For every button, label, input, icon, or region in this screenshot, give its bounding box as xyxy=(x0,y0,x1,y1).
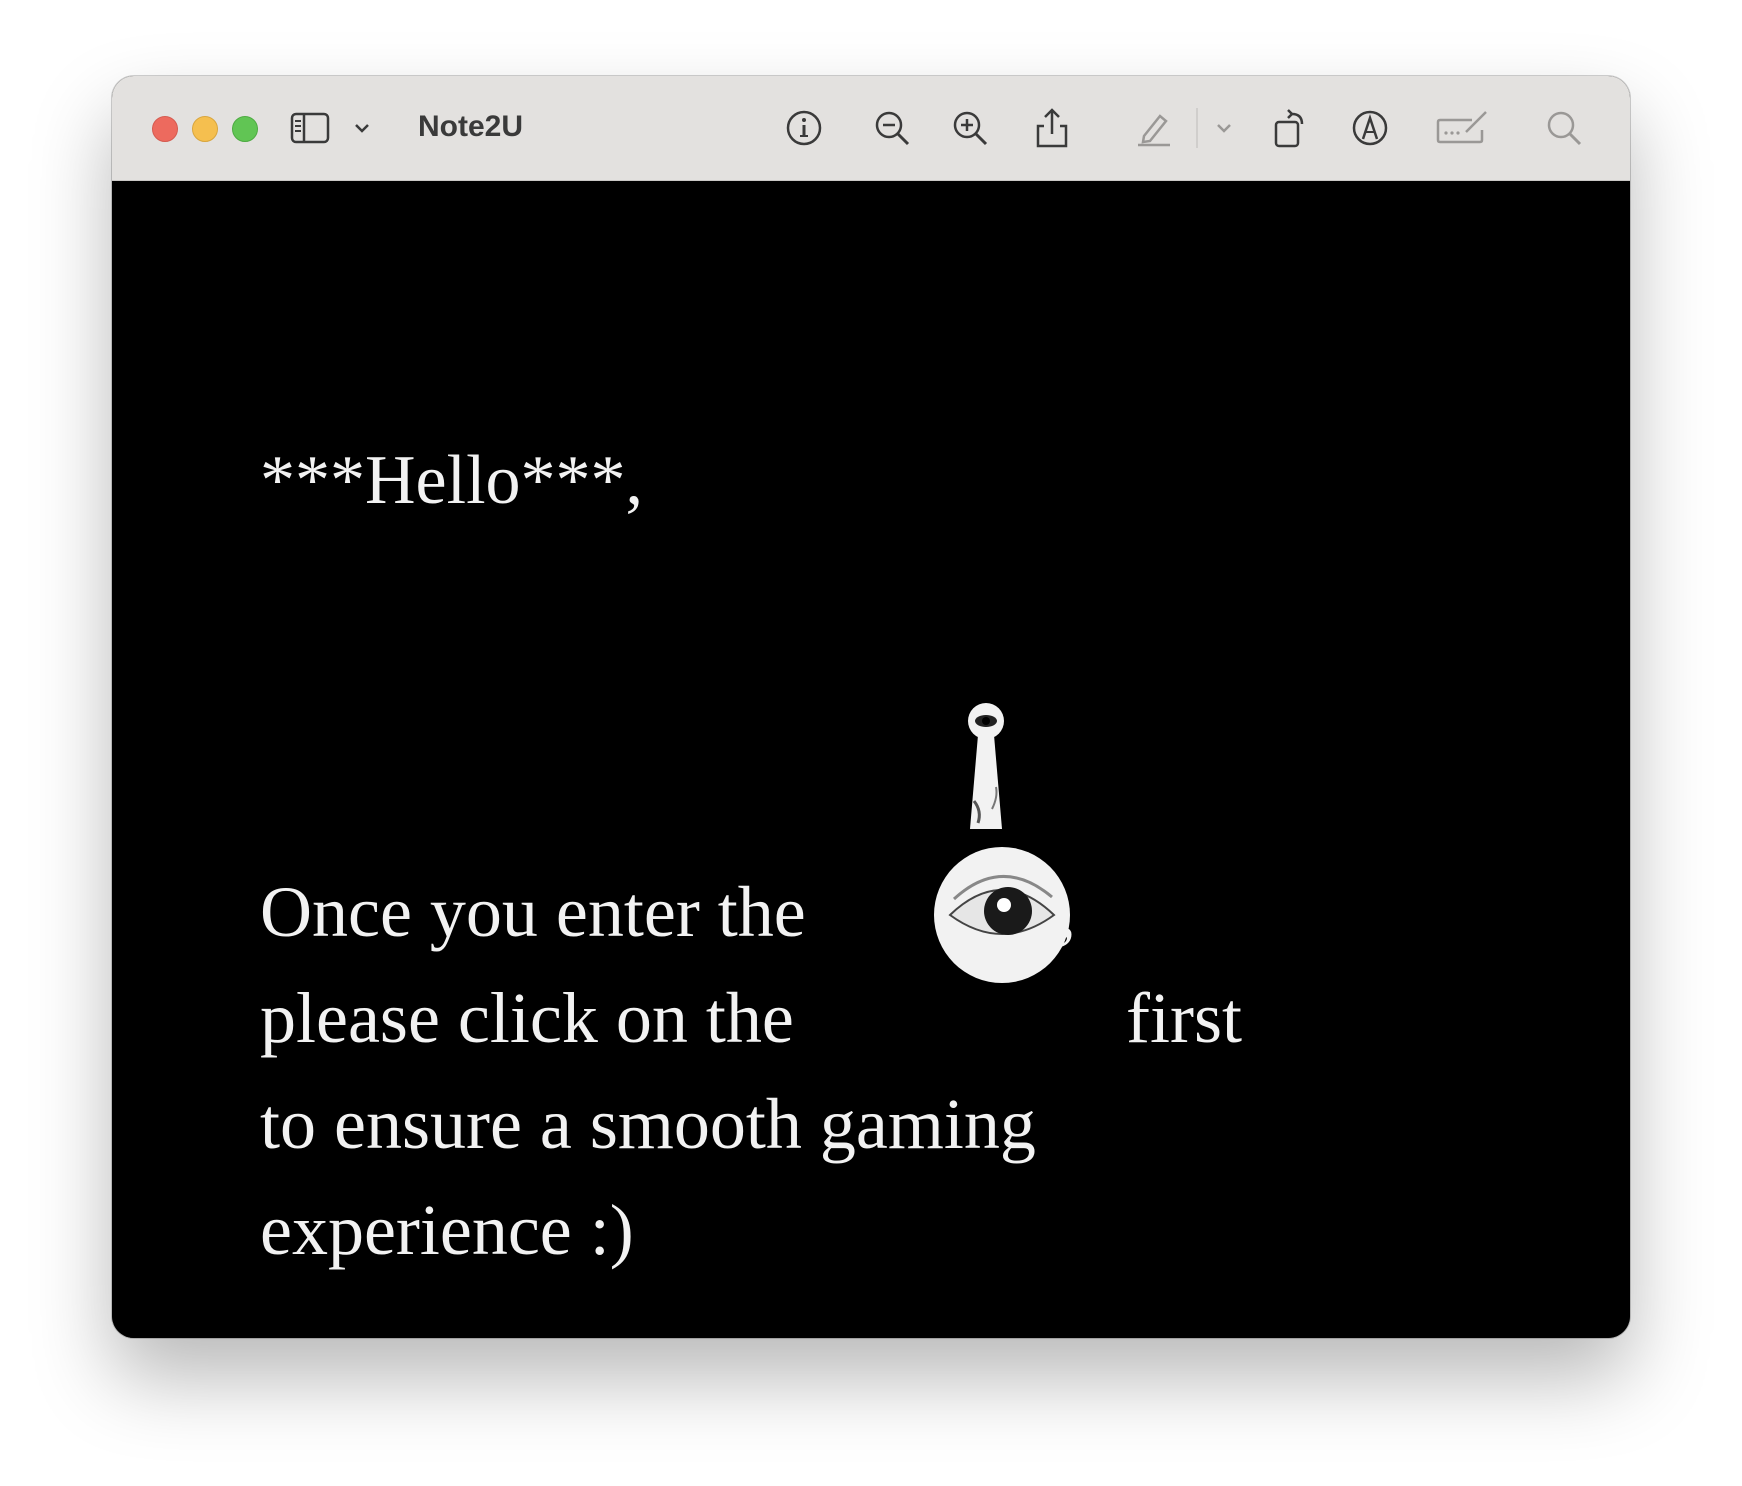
search-button[interactable] xyxy=(1540,104,1588,152)
share-icon xyxy=(1036,108,1068,148)
info-button[interactable] xyxy=(780,104,828,152)
zoom-in-icon xyxy=(953,111,988,146)
preview-window: Note2U ***Hello***, Once you enter the p… xyxy=(112,76,1630,1338)
chevron-down-icon xyxy=(1217,124,1231,133)
line-2: please click on the xyxy=(260,977,794,1060)
eye-image[interactable] xyxy=(932,845,1072,985)
form-fill-icon xyxy=(1436,111,1487,144)
line-1-start: Once you enter the xyxy=(260,872,806,952)
sidebar-toggle-button[interactable] xyxy=(286,104,334,152)
highlight-menu-button[interactable] xyxy=(1212,104,1236,152)
window-title: Note2U xyxy=(418,110,524,143)
zoom-in-button[interactable] xyxy=(946,104,994,152)
line-4: experience :) xyxy=(260,1190,634,1270)
close-button[interactable] xyxy=(152,116,178,142)
highlight-icon xyxy=(1138,114,1170,147)
rotate-icon xyxy=(1274,109,1304,148)
search-icon xyxy=(1547,111,1582,146)
zoom-out-icon xyxy=(875,111,910,146)
line-1: Once you enter the xyxy=(260,871,806,954)
line-3: to ensure a smooth gaming xyxy=(260,1084,1036,1164)
line-2-start: please click on the xyxy=(260,978,794,1058)
markup-button[interactable] xyxy=(1346,104,1394,152)
line-2-end: first xyxy=(1126,978,1242,1058)
toolbar-separator xyxy=(1196,108,1198,148)
minimize-button[interactable] xyxy=(192,116,218,142)
greeting-text: ***Hello***, xyxy=(260,442,644,519)
zoom-out-button[interactable] xyxy=(868,104,916,152)
share-button[interactable] xyxy=(1028,104,1076,152)
info-icon xyxy=(786,110,822,146)
form-fill-button[interactable] xyxy=(1434,104,1494,152)
rotate-button[interactable] xyxy=(1266,104,1314,152)
maximize-button[interactable] xyxy=(232,116,258,142)
title-bar: Note2U xyxy=(112,76,1630,181)
markup-icon xyxy=(1352,110,1388,146)
document-content: ***Hello***, Once you enter the , please… xyxy=(112,181,1630,1338)
keyhole-image[interactable] xyxy=(952,701,1022,841)
chevron-down-icon xyxy=(355,124,369,133)
sidebar-menu-button[interactable] xyxy=(350,104,374,152)
highlight-button[interactable] xyxy=(1130,104,1178,152)
sidebar-icon xyxy=(290,112,330,144)
